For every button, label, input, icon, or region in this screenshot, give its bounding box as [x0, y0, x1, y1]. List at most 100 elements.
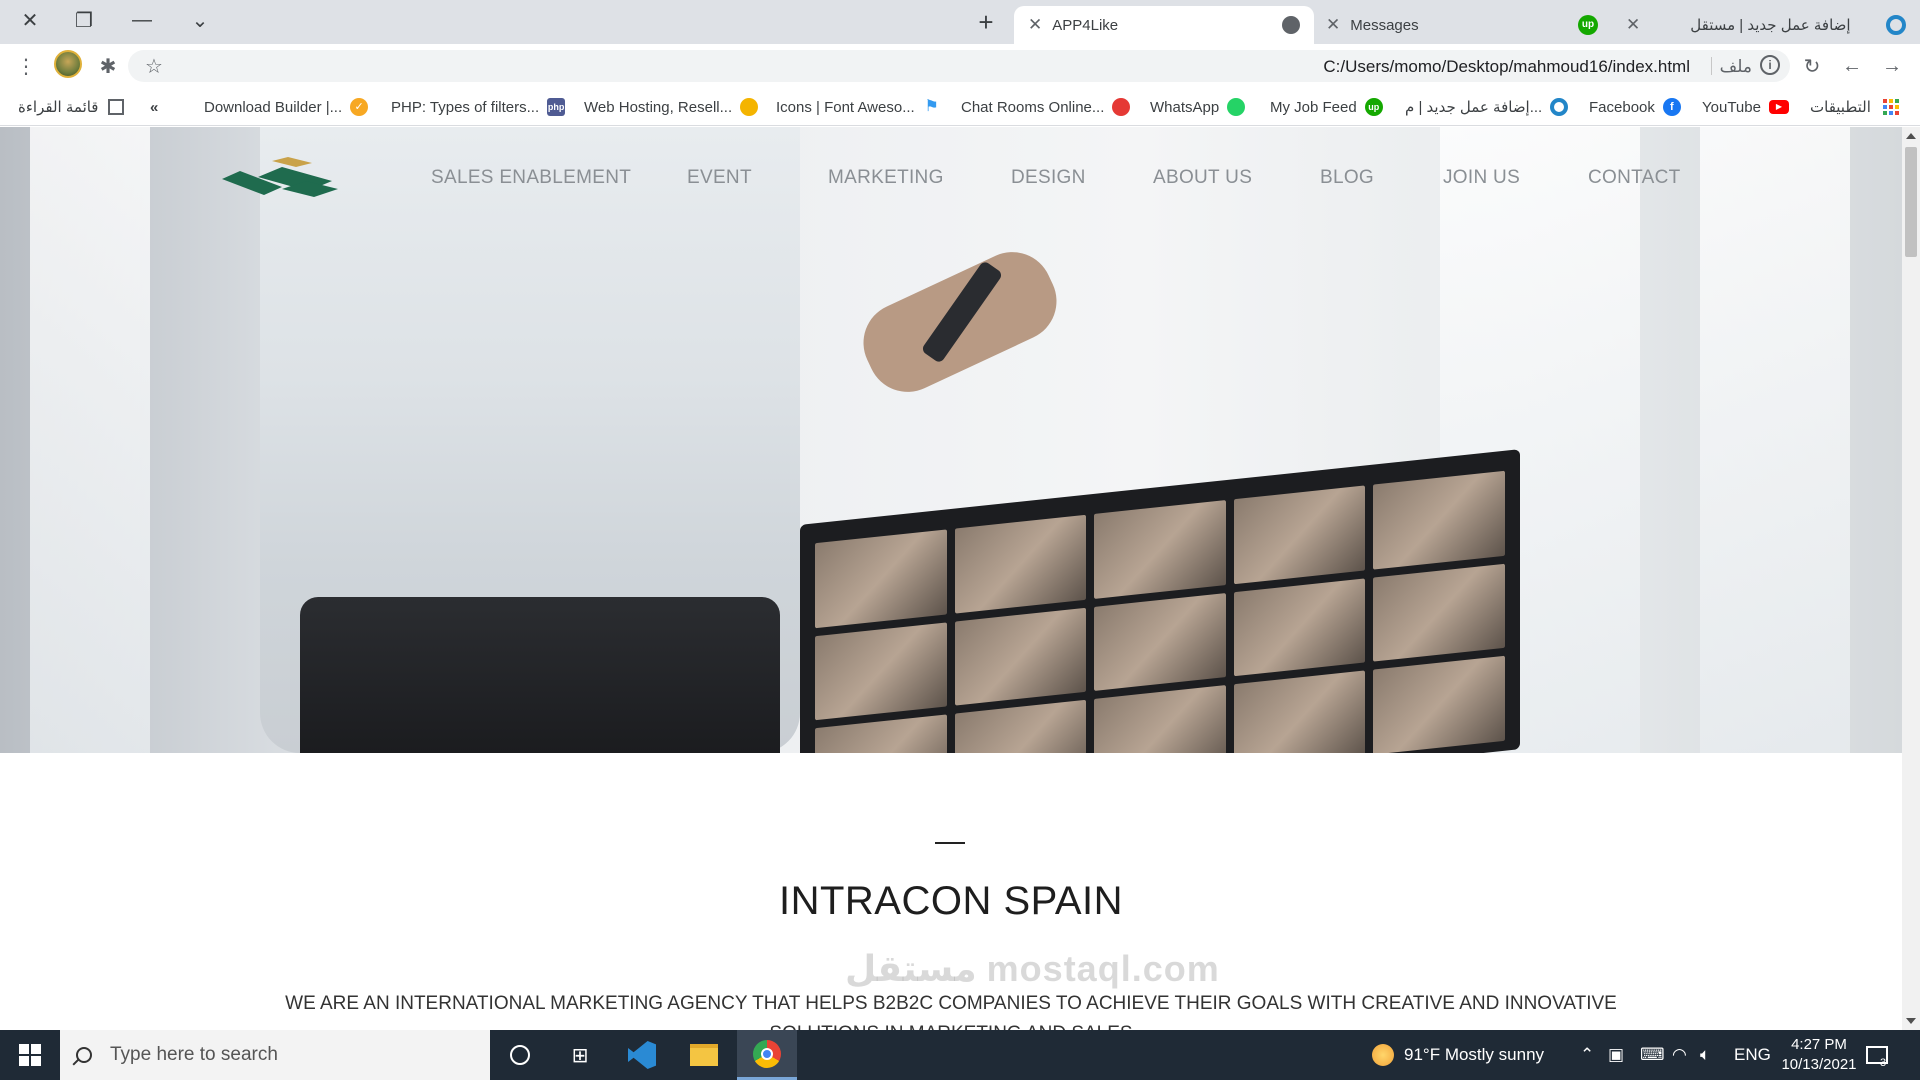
file-explorer-icon[interactable] [674, 1030, 734, 1080]
url-scheme-label: ملف [1719, 57, 1752, 76]
search-icon [76, 1047, 92, 1063]
bookmark-my-job-feed[interactable]: My Job Feed up [1270, 96, 1383, 118]
hero-window-light [30, 127, 150, 753]
tab-title: Messages [1350, 16, 1419, 34]
notifications-icon[interactable]: 3 [1866, 1030, 1888, 1080]
extensions-puzzle-icon[interactable]: ✱ [92, 50, 124, 82]
task-view-icon[interactable]: ⊞ [550, 1030, 610, 1080]
tray-input-icon[interactable]: ⌨ [1640, 1030, 1665, 1080]
bookmark-web-hosting[interactable]: Web Hosting, Resell... [584, 96, 759, 118]
shield-icon: ✓ [350, 98, 369, 116]
scroll-down-arrow-icon[interactable] [1906, 1018, 1916, 1024]
browser-toolbar: ⋮ ✱ ☆ C:/Users/momo/Desktop/mahmoud16/in… [0, 44, 1920, 88]
nav-about-us[interactable]: ABOUT US [1153, 167, 1252, 189]
windows-taskbar: Type here to search ⊞ 91°F Mostly sunny … [0, 1030, 1920, 1080]
back-arrow-icon[interactable]: → [1876, 50, 1908, 82]
facebook-icon: f [1662, 98, 1681, 116]
close-window-icon[interactable]: ✕ [0, 0, 60, 40]
bookmark-whatsapp[interactable]: WhatsApp [1150, 96, 1246, 118]
mostaql-watermark: مستقل mostaql.com [845, 948, 1220, 989]
php-icon: php [547, 98, 566, 116]
bookmark-label: PHP: Types of filters... [391, 98, 540, 116]
upwork-icon: up [1578, 15, 1598, 35]
page-scrollbar[interactable] [1902, 127, 1920, 1030]
bookmark-youtube[interactable]: YouTube ▶ [1702, 96, 1789, 118]
apps-shortcut[interactable]: التطبيقات [1810, 96, 1899, 118]
nav-join-us[interactable]: JOIN US [1443, 167, 1520, 189]
reading-list-label: قائمة القراءة [18, 99, 99, 116]
hero-window-light [1700, 127, 1850, 753]
bookmark-label: Facebook [1589, 98, 1655, 116]
nav-blog[interactable]: BLOG [1320, 167, 1374, 189]
bookmark-chat-rooms[interactable]: Chat Rooms Online... [961, 96, 1131, 118]
omnibox[interactable]: ☆ C:/Users/momo/Desktop/mahmoud16/index.… [128, 50, 1790, 82]
tab-app4like[interactable]: ✕ APP4Like [1014, 6, 1314, 44]
nav-design[interactable]: DESIGN [1011, 167, 1086, 189]
restore-window-icon[interactable]: ❐ [54, 0, 114, 40]
scroll-thumb[interactable] [1905, 147, 1917, 257]
taskbar-search-placeholder: Type here to search [110, 1044, 278, 1065]
weather-widget[interactable]: 91°F Mostly sunny [1372, 1030, 1544, 1080]
tab-messages[interactable]: ✕ Messages up [1312, 6, 1612, 44]
clock[interactable]: 4:27 PM 10/13/2021 [1774, 1030, 1864, 1080]
bookmark-mostaql[interactable]: إضافة عمل جديد | م... [1405, 96, 1569, 118]
volume-icon[interactable]: 🔈︎ [1700, 1030, 1710, 1080]
new-tab-button[interactable]: + [970, 6, 1002, 38]
bookmark-star-icon[interactable]: ☆ [138, 50, 170, 82]
wifi-icon[interactable]: ◠ [1672, 1030, 1687, 1080]
cortana-circle-icon[interactable] [490, 1030, 550, 1080]
mostaql-icon [1550, 98, 1569, 116]
apps-grid-icon [1882, 99, 1899, 115]
show-hidden-icons-chevron-icon[interactable]: ⌃ [1580, 1030, 1594, 1080]
bookmark-php-filters[interactable]: PHP: Types of filters... php [391, 96, 566, 118]
clock-time: 4:27 PM [1791, 1036, 1847, 1053]
bookmark-facebook[interactable]: Facebook f [1589, 96, 1681, 118]
bookmark-label: Icons | Font Aweso... [776, 98, 915, 116]
bookmarks-overflow-button[interactable]: « [150, 96, 158, 118]
url-text[interactable]: C:/Users/momo/Desktop/mahmoud16/index.ht… [1323, 57, 1690, 77]
weather-text: 91°F Mostly sunny [1404, 1045, 1545, 1064]
reload-icon[interactable]: ↻ [1796, 50, 1828, 82]
vscode-icon[interactable] [612, 1030, 672, 1080]
close-tab-icon[interactable]: ✕ [1626, 15, 1640, 35]
close-tab-icon[interactable]: ✕ [1028, 15, 1042, 35]
bookmark-font-awesome[interactable]: Icons | Font Aweso... ⚑ [776, 96, 941, 118]
hero-person-trousers [300, 597, 780, 753]
bookmark-download-builder[interactable]: Download Builder |... ✓ [204, 96, 369, 118]
weather-sun-icon [1372, 1044, 1394, 1066]
upwork-icon: up [1364, 98, 1383, 116]
page-viewport: SALES ENABLEMENT EVENT MARKETING DESIGN … [0, 127, 1902, 1030]
tray-device-icon[interactable]: ▣ [1608, 1030, 1624, 1080]
taskbar-search-box[interactable]: Type here to search [60, 1030, 490, 1080]
bookmark-label: إضافة عمل جديد | م... [1405, 99, 1543, 116]
flag-icon: ⚑ [924, 98, 939, 115]
minimize-window-icon[interactable]: — [112, 0, 172, 40]
bookmark-label: WhatsApp [1150, 98, 1220, 116]
tab-title: APP4Like [1052, 16, 1119, 34]
tab-search-chevron-icon[interactable]: ⌄ [170, 0, 230, 40]
whatsapp-icon [1227, 98, 1246, 116]
chrome-icon[interactable] [737, 1030, 797, 1080]
reading-list-button[interactable]: قائمة القراءة [18, 96, 125, 118]
scroll-up-arrow-icon[interactable] [1906, 133, 1916, 139]
nav-event[interactable]: EVENT [687, 167, 752, 189]
site-logo[interactable] [222, 157, 338, 197]
nav-marketing[interactable]: MARKETING [828, 167, 944, 189]
page-title: INTRACON SPAIN [778, 879, 1124, 923]
menu-kebab-icon[interactable]: ⋮ [10, 50, 42, 82]
site-info-icon[interactable]: i [1760, 55, 1780, 75]
nav-sales-enablement[interactable]: SALES ENABLEMENT [431, 167, 631, 189]
tab-mostaql[interactable]: ✕ إضافة عمل جديد | مستقل [1612, 6, 1920, 44]
clock-date: 10/13/2021 [1781, 1056, 1857, 1073]
chat-icon [1112, 98, 1131, 116]
close-tab-icon[interactable]: ✕ [1326, 15, 1340, 35]
language-indicator[interactable]: ENG [1734, 1030, 1771, 1080]
windows-start-icon[interactable] [0, 1030, 60, 1080]
apps-label: التطبيقات [1810, 99, 1871, 116]
forward-arrow-icon[interactable]: ← [1836, 50, 1868, 82]
youtube-icon: ▶ [1768, 100, 1789, 114]
section-divider [935, 842, 965, 844]
nav-contact[interactable]: CONTACT [1588, 167, 1681, 189]
profile-avatar[interactable] [54, 50, 82, 78]
intro-paragraph: WE ARE AN INTERNATIONAL MARKETING AGENCY… [285, 993, 1617, 1030]
